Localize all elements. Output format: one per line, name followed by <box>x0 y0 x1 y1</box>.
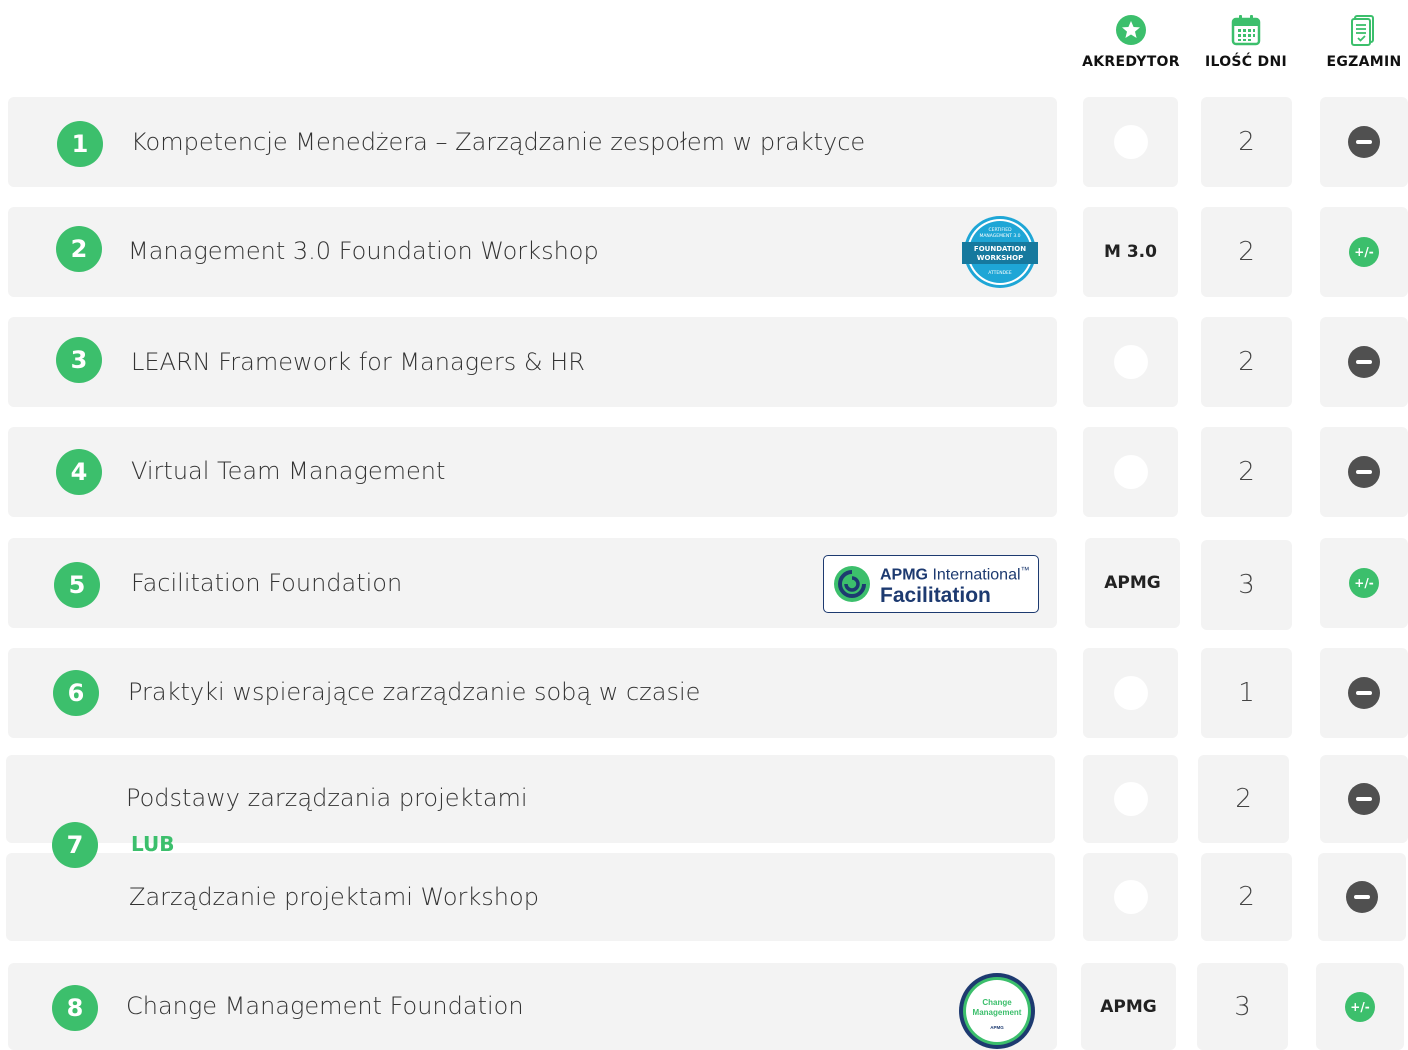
m30-line4: WORKSHOP <box>977 254 1023 262</box>
exam-optional-icon: +/- <box>1349 237 1379 267</box>
cm-line3: APMG <box>990 1025 1004 1030</box>
no-exam-icon <box>1348 677 1380 709</box>
header-ilosc-dni: ILOŚĆ DNI <box>1186 14 1306 70</box>
no-exam-icon <box>1348 456 1380 488</box>
apmg-brand: APMG <box>880 566 928 584</box>
days-cell: 2 <box>1201 853 1292 941</box>
course-title[interactable]: Podstawy zarządzania projektami <box>126 784 528 812</box>
m30-line1: CERTIFIED <box>988 227 1012 233</box>
no-exam-icon <box>1348 346 1380 378</box>
course-title[interactable]: Virtual Team Management <box>131 457 445 485</box>
calendar-icon <box>1186 14 1306 46</box>
days-cell: 2 <box>1201 317 1292 407</box>
exam-cell: +/- <box>1320 207 1408 297</box>
days-cell: 3 <box>1197 963 1288 1050</box>
row-number-badge: 3 <box>56 337 102 383</box>
apmg-brand-rest: International <box>932 566 1021 584</box>
apmg-product: Facilitation <box>880 583 991 607</box>
days-cell: 1 <box>1201 648 1292 738</box>
exam-cell <box>1320 755 1408 843</box>
no-exam-icon <box>1346 881 1378 913</box>
no-accreditor-dot <box>1113 345 1148 379</box>
header-akredytor: AKREDYTOR <box>1071 14 1191 70</box>
header-ilosc-dni-label: ILOŚĆ DNI <box>1204 54 1287 70</box>
row-number-badge: 4 <box>56 449 102 495</box>
days-cell: 2 <box>1198 755 1289 843</box>
course-title[interactable]: LEARN Framework for Managers & HR <box>131 348 585 376</box>
exam-cell: +/- <box>1320 538 1408 628</box>
course-title[interactable]: Management 3.0 Foundation Workshop <box>128 237 599 265</box>
exam-cell <box>1318 853 1406 941</box>
m30-line3: FOUNDATION <box>974 245 1026 253</box>
akredytor-cell: M 3.0 <box>1083 207 1178 297</box>
days-cell: 3 <box>1201 540 1292 630</box>
apmg-swirl-icon <box>834 566 870 602</box>
akredytor-cell: APMG <box>1081 963 1176 1050</box>
course-title[interactable]: Zarządzanie projektami Workshop <box>129 883 539 911</box>
course-title[interactable]: Facilitation Foundation <box>131 569 402 597</box>
exam-optional-icon: +/- <box>1345 991 1375 1022</box>
akredytor-cell <box>1083 755 1178 843</box>
akredytor-cell: APMG <box>1085 538 1180 628</box>
row-number-badge: 5 <box>54 562 100 608</box>
akredytor-name: APMG <box>1104 573 1161 593</box>
or-label: LUB <box>131 832 175 856</box>
no-exam-icon <box>1348 783 1380 815</box>
cm-line2: Management <box>973 1008 1022 1017</box>
akredytor-cell <box>1083 853 1178 941</box>
row-number-badge: 8 <box>52 985 98 1031</box>
management-3-0-badge: CERTIFIED MANAGEMENT 3.0 FOUNDATION WORK… <box>960 214 1040 290</box>
course-title[interactable]: Kompetencje Menedżera – Zarządzanie zesp… <box>131 128 865 156</box>
no-exam-icon <box>1348 126 1380 158</box>
no-accreditor-dot <box>1113 455 1148 489</box>
m30-line2: MANAGEMENT 3.0 <box>979 233 1020 239</box>
header-egzamin: EGZAMIN <box>1304 14 1408 70</box>
change-management-badge: Change Management APMG <box>958 972 1036 1050</box>
days-cell: 2 <box>1201 97 1292 187</box>
row-number-badge: 7 <box>52 822 98 868</box>
apmg-facilitation-badge: APMG International™ Facilitation <box>823 555 1039 613</box>
exam-document-icon <box>1304 14 1408 46</box>
exam-optional-icon: +/- <box>1349 568 1379 598</box>
apmg-tm: ™ <box>1020 565 1030 576</box>
no-accreditor-dot <box>1113 676 1148 710</box>
days-cell: 2 <box>1201 207 1292 297</box>
header-akredytor-label: AKREDYTOR <box>1082 54 1180 70</box>
akredytor-cell <box>1083 317 1178 407</box>
star-icon <box>1071 14 1191 46</box>
row-number-badge: 6 <box>53 670 99 716</box>
no-accreditor-dot <box>1113 782 1148 816</box>
no-accreditor-dot <box>1113 880 1148 914</box>
course-title[interactable]: Praktyki wspierające zarządzanie sobą w … <box>128 678 700 706</box>
akredytor-cell <box>1083 648 1178 738</box>
exam-cell <box>1320 317 1408 407</box>
header-egzamin-label: EGZAMIN <box>1326 54 1402 70</box>
akredytor-name: M 3.0 <box>1104 242 1157 262</box>
exam-cell: +/- <box>1316 963 1404 1050</box>
akredytor-cell <box>1083 427 1178 517</box>
exam-cell <box>1320 427 1408 517</box>
row-number-badge: 2 <box>56 226 102 272</box>
exam-cell <box>1320 648 1408 738</box>
exam-cell <box>1320 97 1408 187</box>
akredytor-name: APMG <box>1100 996 1157 1017</box>
akredytor-cell <box>1083 97 1178 187</box>
row-number-badge: 1 <box>57 121 103 167</box>
m30-line5: ATTENDEE <box>988 270 1012 276</box>
course-title[interactable]: Change Management Foundation <box>126 992 524 1020</box>
no-accreditor-dot <box>1113 125 1148 159</box>
days-cell: 2 <box>1201 427 1292 517</box>
cm-line1: Change <box>982 998 1012 1007</box>
